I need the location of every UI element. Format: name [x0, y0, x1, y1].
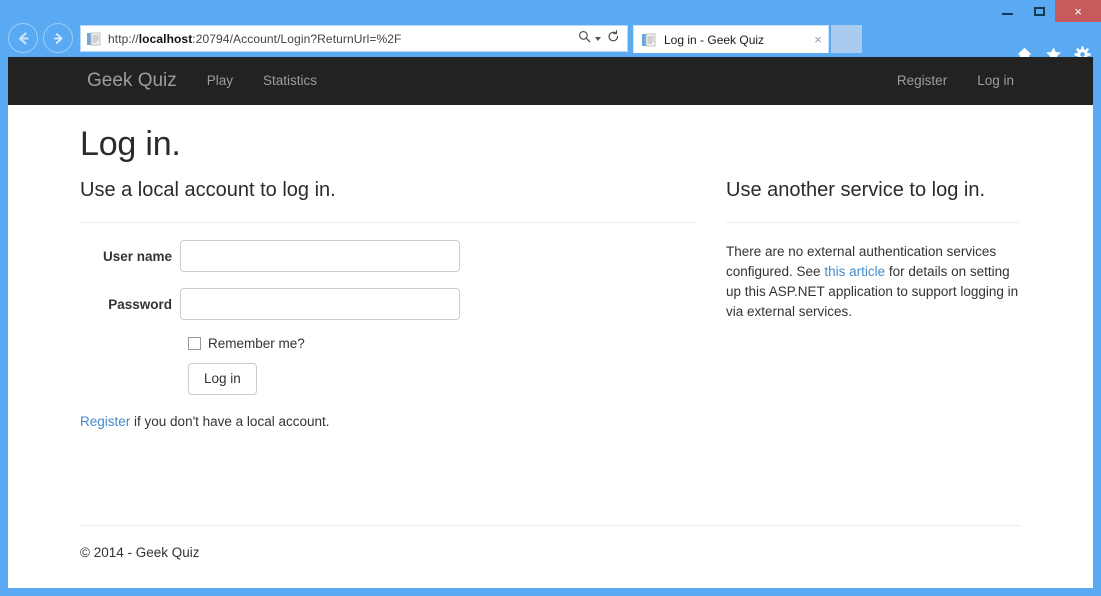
browser-tab[interactable]: Log in - Geek Quiz ×	[633, 25, 829, 53]
tab-title: Log in - Geek Quiz	[664, 33, 808, 47]
forward-button[interactable]	[43, 23, 73, 53]
password-label: Password	[80, 297, 180, 312]
search-icon[interactable]	[578, 30, 591, 48]
new-tab-button[interactable]	[831, 25, 862, 53]
this-article-link[interactable]: this article	[824, 264, 885, 279]
maximize-button[interactable]	[1023, 0, 1055, 22]
remember-me-label: Remember me?	[208, 336, 305, 351]
close-icon: ×	[1074, 5, 1082, 18]
external-services-heading: Use another service to log in.	[726, 178, 1020, 202]
column-gap	[697, 178, 726, 429]
register-note: Register if you don't have a local accou…	[80, 414, 697, 429]
password-row: Password	[80, 288, 697, 320]
forward-arrow-icon	[51, 31, 66, 46]
window-controls: ×	[991, 0, 1101, 22]
title-bar: ×	[0, 0, 1101, 22]
local-account-section: Use a local account to log in. User name…	[80, 178, 697, 429]
login-form: User name Password Remember me?	[80, 240, 697, 429]
username-label: User name	[80, 249, 180, 264]
refresh-icon[interactable]	[607, 30, 620, 48]
remember-me-row[interactable]: Remember me?	[188, 336, 697, 351]
chevron-down-icon[interactable]	[595, 37, 601, 41]
minimize-icon	[1002, 13, 1013, 15]
page-footer: © 2014 - Geek Quiz	[8, 525, 1093, 560]
page-icon	[86, 31, 102, 47]
close-window-button[interactable]: ×	[1055, 0, 1101, 22]
address-bar[interactable]: http://localhost:20794/Account/Login?Ret…	[80, 25, 628, 52]
page-viewport: Geek Quiz Play Statistics Register Log i…	[8, 57, 1093, 588]
url-host: localhost	[139, 32, 193, 46]
back-button[interactable]	[8, 23, 38, 53]
back-arrow-icon	[15, 30, 32, 47]
minimize-button[interactable]	[991, 0, 1023, 22]
nav-item-statistics[interactable]: Statistics	[248, 57, 332, 105]
page-title: Log in.	[80, 105, 1021, 164]
register-note-suffix: if you don't have a local account.	[130, 414, 329, 429]
content-columns: Use a local account to log in. User name…	[80, 178, 1021, 429]
site-navbar: Geek Quiz Play Statistics Register Log i…	[8, 57, 1093, 105]
external-services-text: There are no external authentication ser…	[726, 242, 1020, 322]
nav-item-play[interactable]: Play	[192, 57, 248, 105]
footer-copyright: © 2014 - Geek Quiz	[80, 545, 1021, 560]
password-input[interactable]	[180, 288, 460, 320]
local-account-heading: Use a local account to log in.	[80, 178, 697, 202]
username-row: User name	[80, 240, 697, 272]
footer-divider	[80, 525, 1021, 526]
login-button[interactable]: Log in	[188, 363, 257, 395]
section-divider	[80, 222, 697, 223]
remember-me-checkbox[interactable]	[188, 337, 201, 350]
navbar-left-group: Geek Quiz Play Statistics	[72, 57, 332, 105]
tab-close-icon[interactable]: ×	[808, 33, 828, 46]
browser-window: ×	[0, 0, 1101, 596]
nav-item-register[interactable]: Register	[882, 57, 962, 105]
username-input[interactable]	[180, 240, 460, 272]
navbar-right-group: Register Log in	[882, 57, 1029, 105]
url-path: :20794/Account/Login?ReturnUrl=%2F	[192, 32, 401, 46]
external-services-section: Use another service to log in. There are…	[726, 178, 1020, 429]
page-content: Log in. Use a local account to log in. U…	[8, 105, 1093, 429]
external-services-divider	[726, 222, 1020, 223]
page-icon	[641, 32, 657, 48]
address-bar-icons	[578, 30, 627, 48]
form-actions: Remember me? Log in	[188, 336, 697, 395]
nav-item-login[interactable]: Log in	[962, 57, 1029, 105]
maximize-icon	[1034, 7, 1045, 16]
brand-link[interactable]: Geek Quiz	[72, 57, 192, 105]
url-protocol: http://	[108, 32, 139, 46]
url-text: http://localhost:20794/Account/Login?Ret…	[108, 32, 578, 46]
register-link[interactable]: Register	[80, 414, 130, 429]
browser-toolbar: http://localhost:20794/Account/Login?Ret…	[0, 22, 1101, 57]
